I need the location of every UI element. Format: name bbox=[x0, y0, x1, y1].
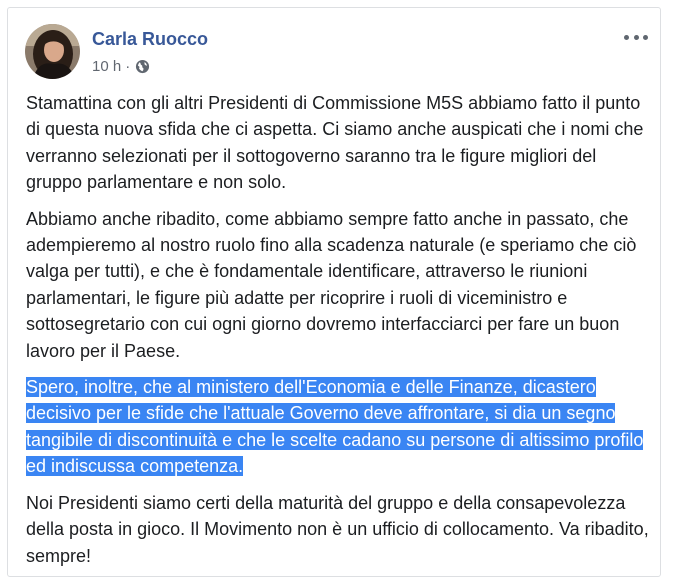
post-timestamp[interactable]: 10 h bbox=[92, 58, 121, 75]
author-name[interactable]: Carla Ruocco bbox=[92, 29, 208, 50]
more-dot bbox=[624, 34, 629, 40]
selected-text: Spero, inoltre, che al ministero dell'Ec… bbox=[26, 377, 644, 477]
post-paragraph-highlighted: Spero, inoltre, che al ministero dell'Ec… bbox=[26, 374, 651, 480]
facebook-post: Carla Ruocco 10 h · Stamattina con gli a… bbox=[7, 7, 661, 577]
globe-icon[interactable] bbox=[135, 59, 150, 74]
post-paragraph: Noi Presidenti siamo certi della maturit… bbox=[26, 492, 649, 566]
more-dot bbox=[633, 34, 639, 40]
avatar-photo bbox=[25, 24, 80, 79]
meta-separator: · bbox=[125, 58, 131, 75]
more-dot bbox=[643, 34, 648, 40]
post-paragraph: Stamattina con gli altri Presidenti di C… bbox=[26, 93, 644, 193]
more-options-icon[interactable] bbox=[624, 30, 648, 44]
author-avatar[interactable] bbox=[25, 24, 80, 79]
post-body: Stamattina con gli altri Presidenti di C… bbox=[26, 90, 651, 579]
post-meta: 10 h · bbox=[92, 58, 150, 75]
post-paragraph: Abbiamo anche ribadito, come abbiamo sem… bbox=[26, 208, 637, 361]
